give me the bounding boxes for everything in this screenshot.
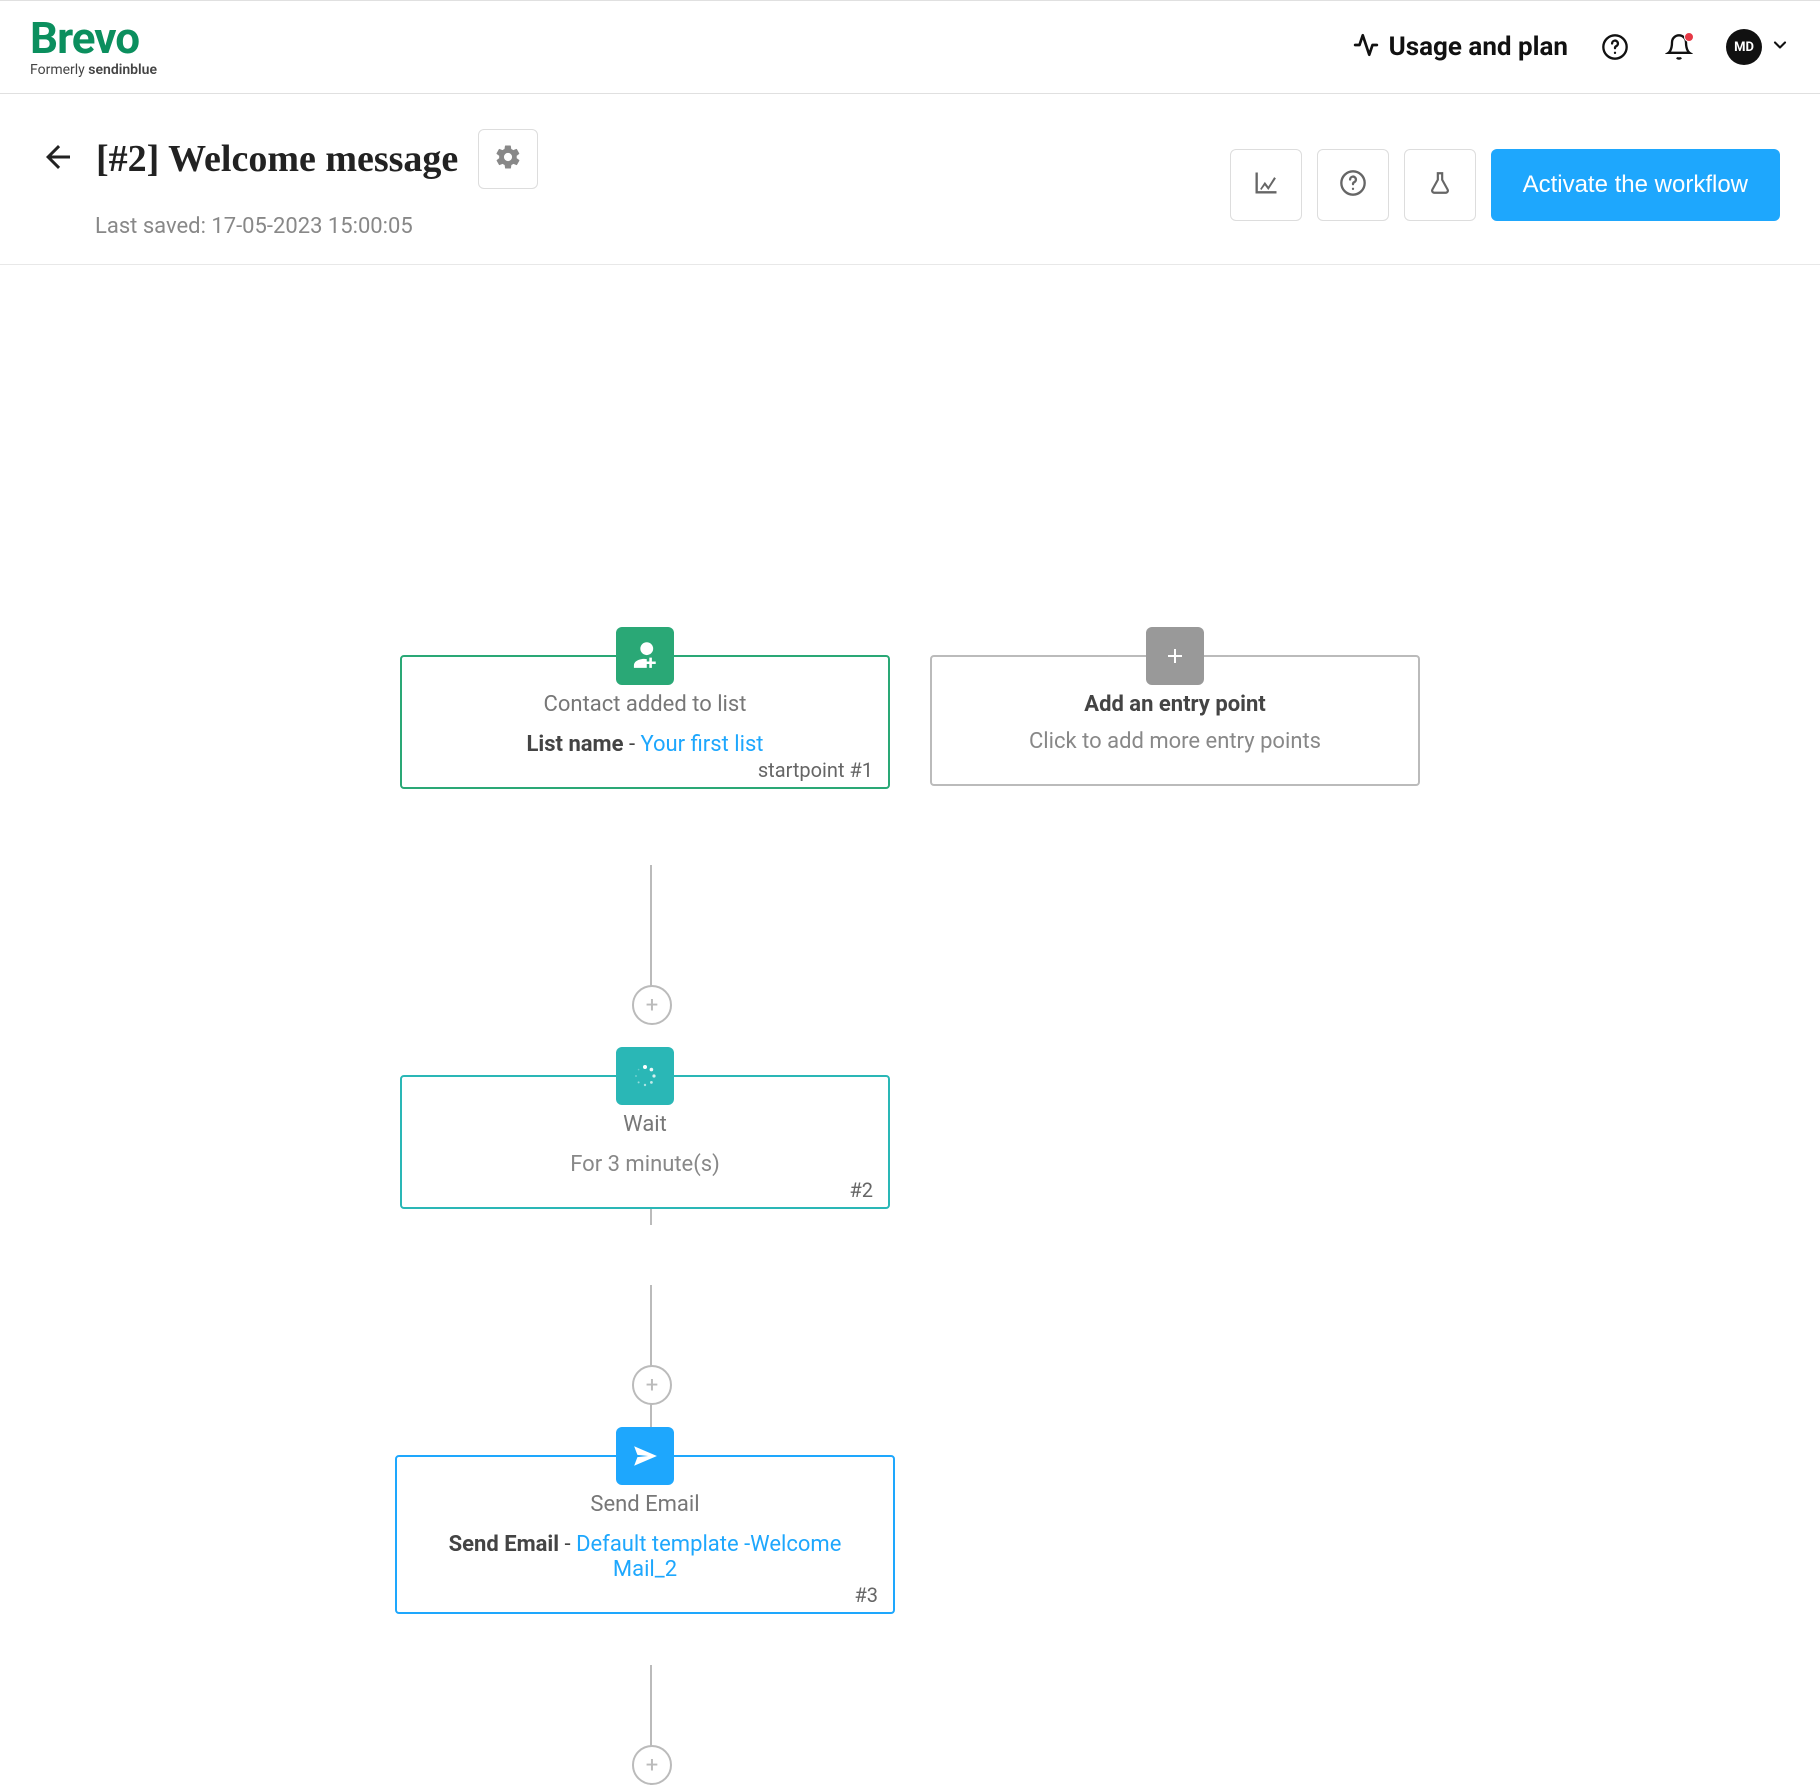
logo-subtitle: Formerly sendinblue xyxy=(30,62,157,78)
template-link[interactable]: Default template -Welcome Mail_2 xyxy=(576,1532,841,1582)
plus-square-icon xyxy=(1146,627,1204,685)
list-link[interactable]: Your first list xyxy=(640,732,763,757)
activity-icon xyxy=(1353,32,1379,62)
flask-icon xyxy=(1427,170,1453,200)
entry-node-wrap: Contact added to list List name - Your f… xyxy=(400,655,890,789)
last-saved-label: Last saved: 17-05-2023 15:00:05 xyxy=(95,214,538,239)
chart-icon xyxy=(1252,169,1280,201)
add-step-button[interactable]: + xyxy=(632,985,672,1025)
add-entry-point-node[interactable]: Add an entry point Click to add more ent… xyxy=(930,655,1420,786)
test-button[interactable] xyxy=(1404,149,1476,221)
node-tag: #2 xyxy=(849,1178,873,1202)
wait-node-wrap: Wait For 3 minute(s) #2 xyxy=(400,1075,890,1209)
header-actions: Activate the workflow xyxy=(1230,149,1780,221)
chevron-down-icon xyxy=(1770,35,1790,59)
stats-button[interactable] xyxy=(1230,149,1302,221)
title-row: [#2] Welcome message xyxy=(40,129,538,189)
page-header: [#2] Welcome message Last saved: 17-05-2… xyxy=(0,94,1820,265)
node-title: Send Email xyxy=(417,1492,873,1517)
plus-icon: + xyxy=(646,993,658,1018)
help-icon xyxy=(1339,169,1367,201)
page-title: [#2] Welcome message xyxy=(96,137,458,181)
help-icon[interactable] xyxy=(1598,30,1632,64)
back-arrow-icon[interactable] xyxy=(40,139,76,179)
usage-label: Usage and plan xyxy=(1389,32,1568,62)
add-step-button[interactable]: + xyxy=(632,1365,672,1405)
contact-add-icon xyxy=(616,627,674,685)
plus-icon: + xyxy=(646,1373,658,1398)
topbar-right: Usage and plan MD xyxy=(1353,29,1790,65)
wait-node[interactable]: Wait For 3 minute(s) #2 xyxy=(400,1075,890,1209)
notification-dot xyxy=(1684,32,1694,42)
node-desc: For 3 minute(s) xyxy=(422,1152,868,1177)
workflow-canvas: + + + Contact added to list List name - … xyxy=(0,265,1820,1515)
node-tag: startpoint #1 xyxy=(758,758,873,782)
header-left: [#2] Welcome message Last saved: 17-05-2… xyxy=(40,129,538,239)
node-detail: Send Email - Default template -Welcome M… xyxy=(417,1532,873,1582)
node-title: Add an entry point xyxy=(952,692,1398,717)
node-detail: List name - Your first list xyxy=(422,732,868,757)
send-email-node[interactable]: Send Email Send Email - Default template… xyxy=(395,1455,895,1614)
node-tag: #3 xyxy=(854,1583,878,1607)
logo-text: Brevo xyxy=(30,16,157,60)
node-title: Wait xyxy=(422,1112,868,1137)
wait-spinner-icon xyxy=(616,1047,674,1105)
help-button[interactable] xyxy=(1317,149,1389,221)
entry-point-node[interactable]: Contact added to list List name - Your f… xyxy=(400,655,890,789)
logo[interactable]: Brevo Formerly sendinblue xyxy=(30,16,157,78)
account-menu[interactable]: MD xyxy=(1726,29,1790,65)
node-title: Contact added to list xyxy=(422,692,868,717)
gear-icon xyxy=(494,143,522,175)
add-entry-wrap: Add an entry point Click to add more ent… xyxy=(930,655,1420,786)
activate-workflow-button[interactable]: Activate the workflow xyxy=(1491,149,1780,221)
top-bar: Brevo Formerly sendinblue Usage and plan… xyxy=(0,0,1820,94)
connector-line xyxy=(650,865,652,995)
notifications-icon[interactable] xyxy=(1662,30,1696,64)
usage-and-plan-link[interactable]: Usage and plan xyxy=(1353,32,1568,62)
settings-button[interactable] xyxy=(478,129,538,189)
add-step-button[interactable]: + xyxy=(632,1745,672,1785)
send-node-wrap: Send Email Send Email - Default template… xyxy=(400,1455,900,1614)
node-desc: Click to add more entry points xyxy=(952,729,1398,754)
plus-icon: + xyxy=(646,1753,658,1778)
avatar: MD xyxy=(1726,29,1762,65)
send-icon xyxy=(616,1427,674,1485)
